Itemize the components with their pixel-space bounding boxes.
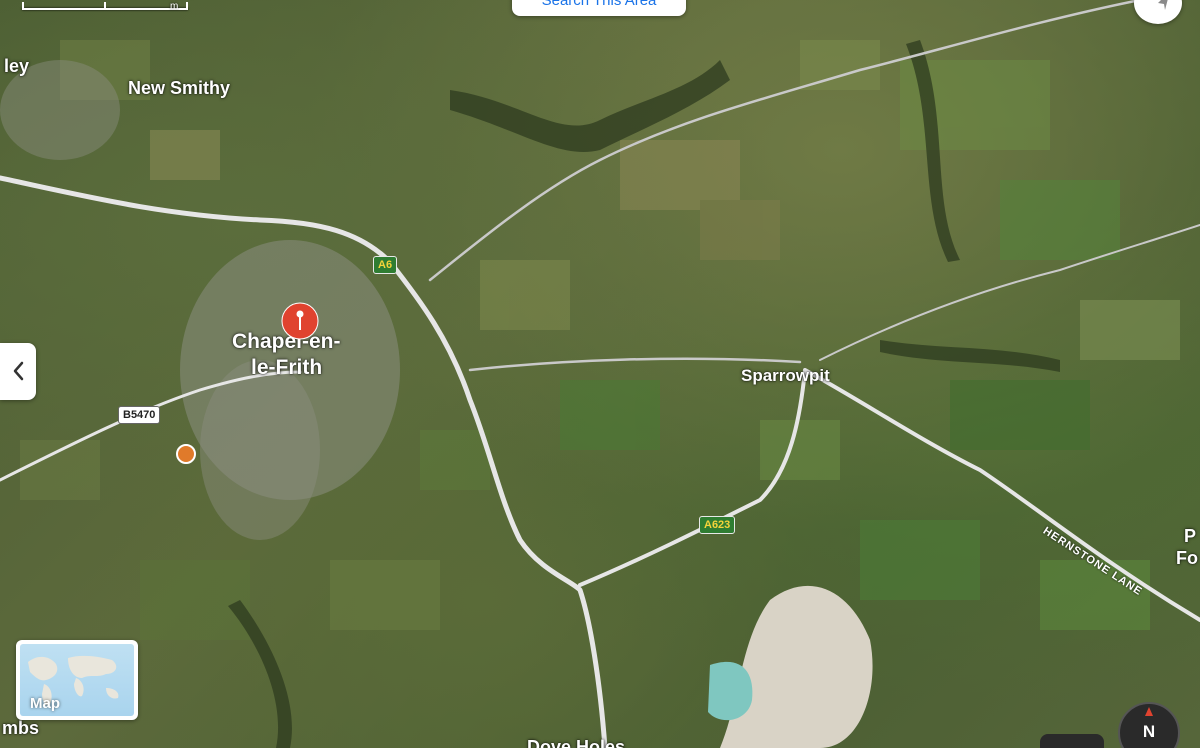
scale-label-0: 0 [20,0,26,1]
place-label-ley[interactable]: ley [4,56,29,77]
place-label-fo[interactable]: Fo [1176,548,1198,569]
location-arrow-icon [1158,0,1168,10]
scale-label-1000: 1,000 m [170,0,195,12]
compass-button[interactable]: N [1118,702,1180,748]
place-label-mbs[interactable]: mbs [2,718,39,739]
attraction-icon[interactable] [176,444,196,464]
map-pin-icon[interactable] [281,302,319,340]
chevron-left-icon [13,361,24,381]
collapse-panel-button[interactable] [0,343,36,400]
road-shield-a6: A6 [373,256,398,274]
locate-button[interactable] [1134,0,1182,24]
map-control-pill[interactable] [1040,734,1104,748]
map-pin-marker [281,302,319,340]
road-shield-b5470: B5470 [118,406,161,424]
quarry [708,585,873,748]
search-this-area-button[interactable]: Search This Area [512,0,686,16]
map-toggle-label: Map [30,695,60,712]
scale-label-500: 500 [94,0,111,1]
map-type-toggle[interactable]: Map [16,640,138,720]
place-label-chapel-line2[interactable]: le-Frith [251,356,322,380]
place-label-new-smithy[interactable]: New Smithy [128,78,230,99]
place-label-p[interactable]: P [1184,526,1196,547]
place-label-sparrowpit[interactable]: Sparrowpit [741,366,830,386]
satellite-map[interactable]: 0 500 1,000 m Search This Area ley New S… [0,0,1200,748]
place-label-dove-holes[interactable]: Dove Holes [527,737,625,748]
scale-tick [104,2,106,10]
map-thumbnail: Map [20,644,134,716]
scale-bar: 0 500 1,000 m [20,0,195,16]
terrain-layer [0,0,1200,748]
scale-tick [22,2,24,10]
road-shield-a623: A623 [699,516,736,534]
compass-north-label: N [1142,722,1156,741]
